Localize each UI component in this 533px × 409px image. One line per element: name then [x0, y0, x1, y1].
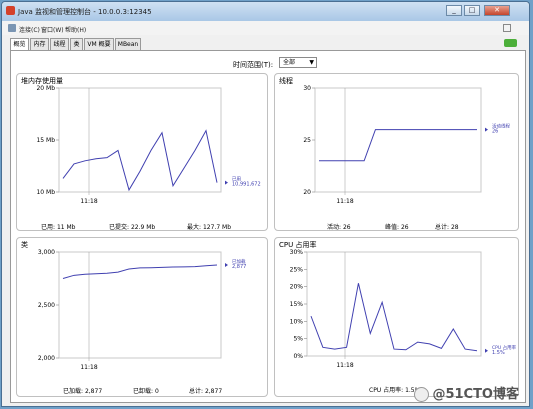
threads-live: 活动: 26: [327, 222, 351, 231]
threads-y-tick-label: 30: [303, 85, 311, 92]
cpu-series-value: 1.5%: [492, 350, 505, 356]
threads-total-value: 28: [450, 224, 459, 231]
classes-unloaded-value: 0: [154, 388, 159, 395]
cpu-y-tick-label: 5%: [293, 336, 303, 343]
heap-used-label: 已用:: [41, 224, 56, 231]
close-button[interactable]: ✕: [484, 5, 510, 16]
time-range-select[interactable]: 全部 ▼: [279, 57, 317, 68]
menu-window[interactable]: 窗口(W): [41, 25, 64, 34]
threads-x-tick-label: 11:18: [336, 198, 353, 205]
classes-y-tick-label: 2,000: [38, 355, 55, 362]
threads-plot-area: [314, 87, 482, 193]
java-app-icon: [6, 6, 15, 15]
heap-committed-label: 已提交:: [109, 224, 130, 231]
classes-series-value: 2,877: [232, 264, 246, 270]
watermark-logo-icon: [414, 387, 430, 402]
classes-chart: 3,0002,5002,00011:18已加载2,877: [38, 249, 247, 371]
menu-connection[interactable]: 连接(C): [19, 25, 40, 34]
classes-total-value: 2,877: [204, 388, 223, 395]
threads-live-value: 26: [342, 224, 351, 231]
threads-y-tick-label: 20: [303, 189, 311, 196]
tab-mbean[interactable]: MBean: [115, 38, 141, 50]
heap-y-tick-label: 10 Mb: [36, 189, 55, 196]
cpu-y-tick-label: 15%: [290, 301, 304, 308]
classes-unloaded-label: 已卸载:: [133, 388, 154, 395]
heap-chart: 20 Mb15 Mb10 Mb11:18已用10,991,672: [36, 85, 261, 205]
heap-plot-area: [58, 87, 222, 193]
heap-y-tick-label: 15 Mb: [36, 137, 55, 144]
classes-panel: 类 3,000 2,500 2,000 11:18 已加载 2,877 已加载: 2,87…: [16, 237, 268, 397]
heap-max-label: 最大:: [187, 224, 202, 231]
tab-memory[interactable]: 内存: [30, 38, 49, 50]
threads-value-marker: [485, 127, 488, 132]
classes-total: 总计: 2,877: [189, 386, 222, 395]
heap-committed-value: 22.9 Mb: [130, 224, 156, 231]
maximize-button[interactable]: □: [464, 5, 480, 16]
heap-used-value: 11 Mb: [56, 224, 76, 231]
threads-peak-label: 峰值:: [385, 224, 400, 231]
cpu-panel: CPU 占用率 30% 25% 20% 15% 10% 5% 0% 11:18 CPU 占用率 1…: [274, 237, 519, 397]
cpu-plot-area: [306, 251, 482, 357]
time-range-label: 时间范围(T):: [233, 61, 274, 69]
window-title: Java 监视和管理控制台 - 10.0.0.3:12345: [18, 8, 152, 16]
cpu-y-tick-label: 10%: [290, 318, 304, 325]
classes-value-marker: [225, 263, 228, 268]
heap-committed: 已提交: 22.9 Mb: [109, 222, 155, 231]
connection-icon: [8, 24, 16, 32]
heap-value-marker: [225, 180, 228, 185]
cpu-chart: 30%25%20%15%10%5%0%11:18CPU 占用率1.5%: [290, 249, 517, 369]
cpu-y-tick-label: 20%: [290, 284, 304, 291]
classes-x-tick-label: 11:18: [80, 364, 97, 371]
classes-loaded-label: 已加载:: [63, 388, 84, 395]
cpu-value-marker: [485, 348, 488, 353]
heap-max-value: 127.7 Mb: [202, 224, 232, 231]
threads-total-label: 总计:: [435, 224, 450, 231]
cpu-y-tick-label: 0%: [293, 353, 303, 360]
cpu-y-tick-label: 30%: [290, 249, 304, 256]
threads-panel: 线程 30 25 20 11:18 活动线程 26 活动: 26 峰值: 26 总计: 2…: [274, 73, 519, 231]
classes-loaded-value: 2,877: [84, 388, 103, 395]
connection-status-icon: [504, 39, 517, 47]
threads-live-label: 活动:: [327, 224, 342, 231]
threads-peak: 峰值: 26: [385, 222, 409, 231]
heap-panel: 堆内存使用量 20 Mb 15 Mb 10 Mb 11:18 已用 10,991,672 …: [16, 73, 268, 231]
chevron-down-icon: ▼: [309, 59, 314, 66]
heap-series-value: 10,991,672: [232, 182, 261, 188]
main-window: Java 监视和管理控制台 - 10.0.0.3:12345 _ □ ✕ 连接(…: [1, 1, 530, 407]
cpu-x-tick-label: 11:18: [336, 362, 353, 369]
menu-bar: 连接(C) 窗口(W) 帮助(H): [2, 21, 529, 35]
watermark-text: @51CTO博客: [432, 387, 519, 402]
heap-used: 已用: 11 Mb: [41, 222, 75, 231]
heap-y-tick-label: 20 Mb: [36, 85, 55, 92]
heap-x-tick-label: 11:18: [80, 198, 97, 205]
cpu-usage-label: CPU 占用率:: [369, 387, 404, 394]
classes-total-label: 总计:: [189, 388, 204, 395]
heap-max: 最大: 127.7 Mb: [187, 222, 231, 231]
time-range-value: 全部: [283, 59, 296, 66]
watermark: @51CTO博客: [414, 383, 519, 402]
classes-y-tick-label: 2,500: [38, 302, 55, 309]
threads-peak-value: 26: [400, 224, 409, 231]
tab-classes[interactable]: 类: [70, 38, 83, 50]
title-bar: Java 监视和管理控制台 - 10.0.0.3:12345 _ □ ✕: [2, 2, 529, 21]
cpu-usage: CPU 占用率: 1.5%: [369, 385, 420, 394]
tab-vm-summary[interactable]: VM 概要: [84, 38, 114, 50]
classes-y-tick-label: 3,000: [38, 249, 55, 256]
overview-content: 时间范围(T): 全部 ▼ 堆内存使用量 20 Mb 15 Mb 10 Mb 11:1…: [10, 50, 526, 403]
threads-total: 总计: 28: [435, 222, 459, 231]
classes-loaded: 已加载: 2,877: [63, 386, 102, 395]
menu-help[interactable]: 帮助(H): [65, 25, 86, 34]
cpu-y-tick-label: 25%: [290, 266, 304, 273]
threads-chart: 30252011:18活动线程26: [303, 85, 510, 205]
tab-threads[interactable]: 线程: [50, 38, 69, 50]
restore-icon[interactable]: [503, 24, 511, 32]
minimize-button[interactable]: _: [446, 5, 462, 16]
threads-y-tick-label: 25: [303, 137, 311, 144]
classes-unloaded: 已卸载: 0: [133, 386, 159, 395]
threads-series-value: 26: [492, 129, 498, 135]
